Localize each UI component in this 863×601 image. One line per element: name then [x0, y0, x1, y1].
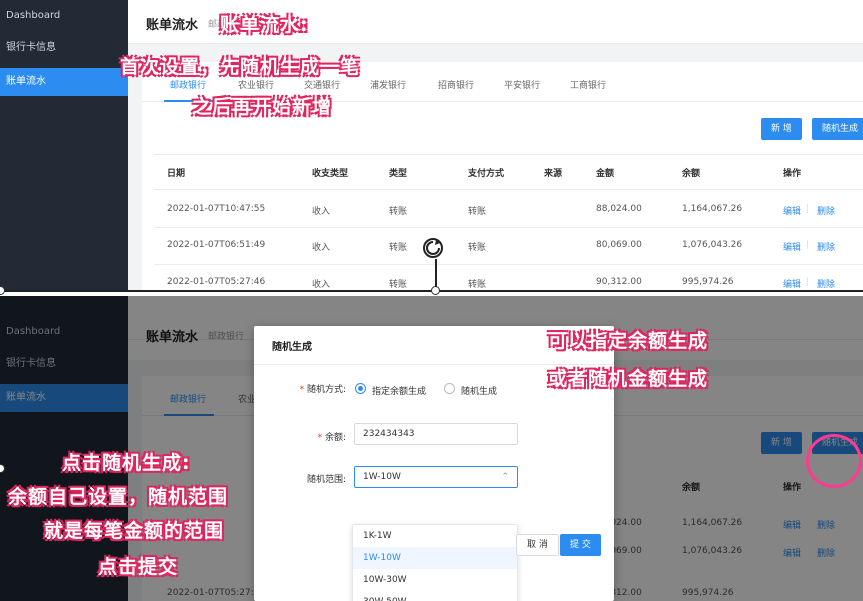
random-generate-button[interactable]: 随机生成	[812, 118, 863, 140]
radio-label-random: 随机生成	[461, 387, 498, 397]
caption-amount-range: 就是每笔金额的范围	[44, 520, 225, 542]
add-button[interactable]: 新 增	[761, 118, 802, 140]
range-option[interactable]: 30W-50W	[353, 591, 517, 601]
column-header-io-type: 收支类型	[312, 169, 349, 179]
caption-click-submit: 点击提交	[98, 556, 179, 578]
cell-balance: 995,974.26	[682, 277, 734, 287]
cell-balance: 1,076,043.26	[682, 240, 743, 250]
tab-ping-an-bank[interactable]: 平安银行	[504, 78, 540, 91]
action-separator: |	[806, 204, 810, 214]
tab-spd-bank[interactable]: 浦发银行	[370, 78, 406, 91]
radio-random[interactable]	[444, 383, 455, 394]
action-separator: |	[806, 277, 810, 287]
caption-click-random: 点击随机生成:	[62, 452, 191, 474]
caption-balance-range: 余额自己设置，随机范围	[8, 486, 229, 508]
range-option[interactable]: 10W-30W	[353, 569, 517, 591]
resize-handle[interactable]	[0, 286, 5, 295]
resize-handle[interactable]	[431, 286, 440, 295]
chevron-up-icon: ⌃	[501, 472, 509, 482]
sidebar-item-bill-flow[interactable]: 账单流水	[0, 68, 128, 96]
caption-first-setup: 首次设置，先随机生成一笔	[120, 56, 361, 78]
rotate-handle-line	[435, 259, 437, 287]
radio-label-specified-balance: 指定余额生成	[372, 387, 427, 397]
highlight-circle	[806, 434, 862, 488]
tab-postal-bank[interactable]: 邮政银行	[170, 78, 206, 91]
cell-type: 转账	[389, 207, 408, 217]
top-screenshot-panel: Dashboard 银行卡信息 账单流水 账单流水 邮政银行 邮政银行 农业银行…	[0, 0, 863, 291]
tab-icbc[interactable]: 工商银行	[570, 78, 606, 91]
tab-agricultural-bank[interactable]: 农业银行	[238, 78, 274, 91]
range-dropdown: 1K-1W 1W-10W 10W-30W 30W-50W	[352, 524, 518, 601]
balance-input[interactable]: 232434343	[354, 423, 518, 445]
action-separator: |	[806, 240, 810, 250]
caption-random-amount: 或者随机金额生成	[548, 368, 709, 390]
cell-io-type: 收入	[312, 243, 331, 253]
method-label: * 随机方式:	[299, 385, 346, 395]
cell-io-type: 收入	[312, 207, 331, 217]
caption-then-add: 之后再开始新增	[192, 96, 333, 118]
radio-specified-balance[interactable]	[355, 383, 366, 394]
caption-bill-flow: 账单流水:	[220, 14, 309, 36]
cell-io-type: 收入	[312, 280, 331, 290]
column-header-actions: 操作	[783, 169, 802, 179]
range-select[interactable]: 1W-10W ⌃	[354, 466, 518, 488]
cell-amount: 80,069.00	[596, 240, 642, 250]
delete-link[interactable]: 删除	[817, 240, 835, 253]
edit-link[interactable]: 编辑	[783, 277, 801, 290]
cancel-button[interactable]: 取 消	[516, 534, 559, 556]
caption-specify-balance: 可以指定余额生成	[548, 330, 709, 352]
sidebar-item-dashboard[interactable]: Dashboard	[0, 2, 128, 30]
edit-link[interactable]: 编辑	[783, 240, 801, 253]
cell-balance: 1,164,067.26	[682, 204, 743, 214]
bottom-screenshot-panel: Dashboard 银行卡信息 账单流水 账单流水 邮政银行 邮政银行 农业银行…	[0, 296, 863, 601]
column-header-payment: 支付方式	[468, 169, 505, 179]
cell-payment: 转账	[468, 280, 487, 290]
column-header-date: 日期	[167, 169, 186, 179]
cell-type: 转账	[389, 280, 408, 290]
page-title: 账单流水	[146, 18, 199, 33]
cell-payment: 转账	[468, 243, 487, 253]
submit-button[interactable]: 提 交	[560, 534, 601, 556]
dialog-title: 随机生成	[272, 342, 312, 353]
range-option[interactable]: 1K-1W	[353, 525, 517, 547]
range-select-value: 1W-10W	[363, 472, 401, 482]
cell-date: 2022-01-07T06:51:49	[167, 240, 266, 250]
tab-merchants-bank[interactable]: 招商银行	[438, 78, 474, 91]
cell-amount: 90,312.00	[596, 277, 642, 287]
table-header-border	[154, 189, 863, 190]
cell-amount: 88,024.00	[596, 204, 642, 214]
delete-link[interactable]: 删除	[817, 277, 835, 290]
range-option[interactable]: 1W-10W	[353, 547, 517, 569]
row-border	[154, 264, 863, 265]
tab-communications-bank[interactable]: 交通银行	[304, 78, 340, 91]
cell-date: 2022-01-07T10:47:55	[167, 204, 266, 214]
balance-label: * 余额:	[317, 433, 346, 443]
row-border	[154, 227, 863, 228]
edit-link[interactable]: 编辑	[783, 204, 801, 217]
sidebar: Dashboard 银行卡信息 账单流水	[0, 0, 128, 291]
column-header-balance: 余额	[682, 169, 701, 179]
column-header-source: 来源	[544, 169, 563, 179]
rotate-icon[interactable]	[421, 236, 445, 260]
cell-payment: 转账	[468, 207, 487, 217]
delete-link[interactable]: 删除	[817, 204, 835, 217]
range-label: 随机范围:	[306, 475, 346, 485]
table-top-border	[154, 154, 863, 155]
cell-date: 2022-01-07T05:27:46	[167, 277, 266, 287]
column-header-type: 类型	[389, 169, 408, 179]
column-header-amount: 金额	[596, 169, 615, 179]
sidebar-item-bank-card-info[interactable]: 银行卡信息	[0, 34, 128, 62]
cell-type: 转账	[389, 243, 408, 253]
